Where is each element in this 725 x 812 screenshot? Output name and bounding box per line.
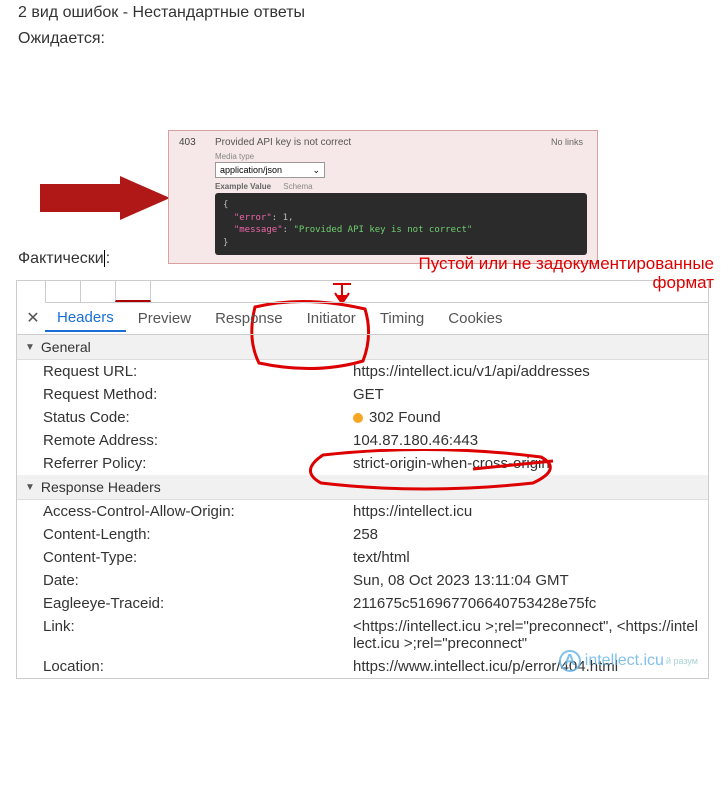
kv-value: 302 Found	[353, 409, 700, 426]
kv-value: Sun, 08 Oct 2023 13:11:04 GMT	[353, 572, 700, 589]
tab-cookies[interactable]: Cookies	[436, 306, 514, 331]
media-type-label: Media type	[169, 150, 597, 161]
swagger-response-box: 403 Provided API key is not correct No l…	[168, 130, 598, 264]
kv-key: Request URL:	[43, 363, 353, 380]
caret-down-icon: ▼	[25, 482, 35, 493]
kv-row: Date:Sun, 08 Oct 2023 13:11:04 GMT	[17, 569, 708, 592]
tab-preview[interactable]: Preview	[126, 306, 203, 331]
media-type-select[interactable]: application/json ⌄	[215, 162, 325, 178]
kv-row: Access-Control-Allow-Origin:https://inte…	[17, 500, 708, 523]
kv-value: 104.87.180.46:443	[353, 432, 700, 449]
request-mini-tabs	[45, 281, 708, 303]
kv-row: Content-Length:258	[17, 523, 708, 546]
kv-value: 211675c516967706640753428e75fc	[353, 595, 700, 612]
section-response-headers[interactable]: ▼ Response Headers	[17, 475, 708, 500]
kv-key: Remote Address:	[43, 432, 353, 449]
kv-key: Access-Control-Allow-Origin:	[43, 503, 353, 520]
section-general[interactable]: ▼ General	[17, 335, 708, 360]
tab-headers[interactable]: Headers	[45, 305, 126, 332]
http-desc: Provided API key is not correct	[215, 137, 551, 148]
tab-schema[interactable]: Schema	[283, 182, 312, 191]
kv-key: Content-Length:	[43, 526, 353, 543]
devtools-panel: Пустой или не задокументированные формат…	[16, 280, 709, 679]
kv-value: https://intellect.icu	[353, 503, 700, 520]
kv-key: Status Code:	[43, 409, 353, 426]
kv-row: Referrer Policy:strict-origin-when-cross…	[17, 452, 708, 475]
kv-key: Link:	[43, 618, 353, 652]
http-code: 403	[179, 137, 215, 148]
kv-value: https://intellect.icu/v1/api/addresses	[353, 363, 700, 380]
kv-row: Content-Type:text/html	[17, 546, 708, 569]
close-icon[interactable]: ✕	[21, 308, 45, 328]
kv-row: Eagleeye-Traceid:211675c5169677066407534…	[17, 592, 708, 615]
mini-tab[interactable]	[45, 281, 81, 302]
kv-value: text/html	[353, 549, 700, 566]
watermark-logo-icon: A	[559, 650, 581, 672]
watermark: A intellect.icu й разум	[559, 650, 698, 672]
kv-key: Location:	[43, 658, 353, 675]
mini-tab[interactable]	[80, 281, 116, 302]
expected-screenshot: 403 Provided API key is not correct No l…	[0, 56, 725, 236]
expected-label: Ожидается:	[0, 26, 725, 52]
red-arrow-icon	[40, 176, 170, 220]
tab-response[interactable]: Response	[203, 306, 295, 331]
kv-row: Link:<https://intellect.icu >;rel="preco…	[17, 615, 708, 655]
media-type-value: application/json	[220, 165, 282, 175]
kv-value: 258	[353, 526, 700, 543]
caret-down-icon: ▼	[25, 342, 35, 353]
kv-row: Request Method:GET	[17, 383, 708, 406]
heading-2: 2 вид ошибок - Нестандартные ответы	[0, 0, 725, 26]
no-links-label: No links	[551, 137, 587, 148]
status-dot-icon	[353, 413, 363, 423]
kv-key: Referrer Policy:	[43, 455, 353, 472]
kv-value: GET	[353, 386, 700, 403]
chevron-down-icon: ⌄	[312, 165, 320, 176]
tab-example-value[interactable]: Example Value	[215, 182, 271, 191]
kv-key: Date:	[43, 572, 353, 589]
mini-tab-active[interactable]	[115, 281, 151, 302]
tab-initiator[interactable]: Initiator	[295, 306, 368, 331]
kv-row: Status Code:302 Found	[17, 406, 708, 429]
tab-timing[interactable]: Timing	[368, 306, 436, 331]
kv-key: Eagleeye-Traceid:	[43, 595, 353, 612]
example-json: { "error": 1, "message": "Provided API k…	[215, 193, 587, 255]
kv-row: Request URL:https://intellect.icu/v1/api…	[17, 360, 708, 383]
kv-value: <https://intellect.icu >;rel="preconnect…	[353, 618, 700, 652]
kv-row: Remote Address:104.87.180.46:443	[17, 429, 708, 452]
kv-key: Content-Type:	[43, 549, 353, 566]
kv-value: strict-origin-when-cross-origin	[353, 455, 700, 472]
kv-key: Request Method:	[43, 386, 353, 403]
